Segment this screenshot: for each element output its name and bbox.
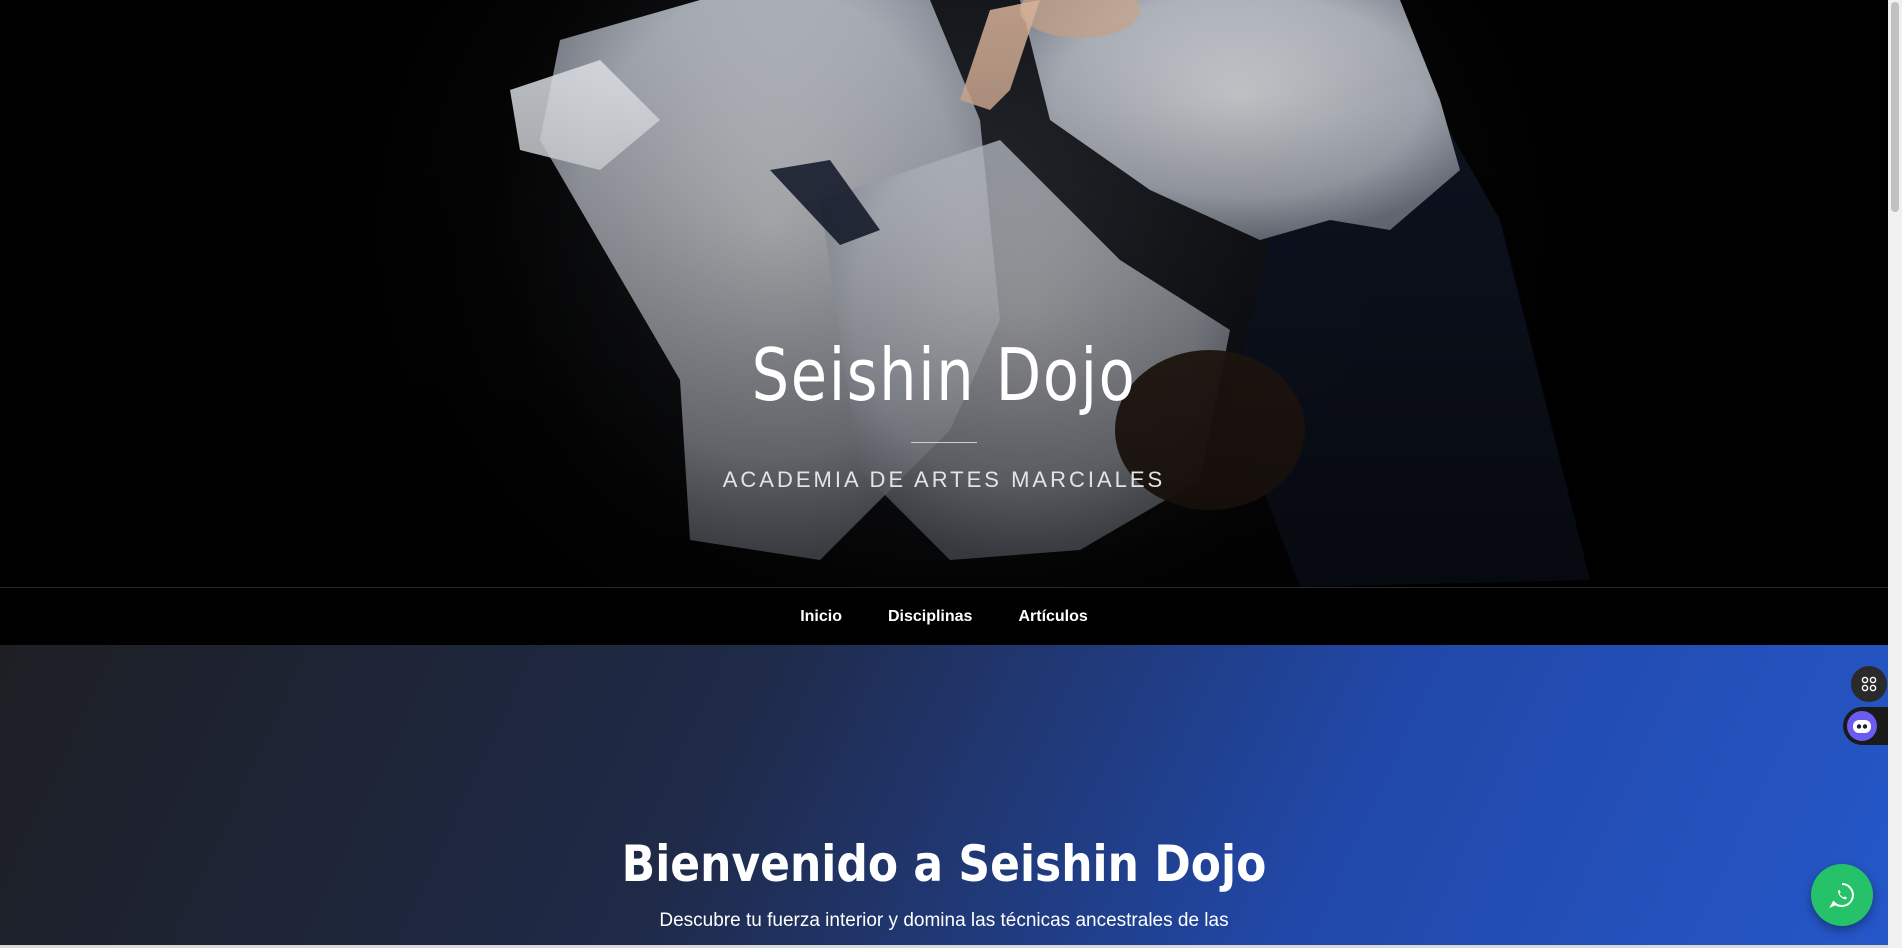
welcome-section: Bienvenido a Seishin Dojo Descubre tu fu… bbox=[0, 645, 1888, 948]
chatbot-widget-button[interactable] bbox=[1843, 707, 1888, 745]
site-title: Seishin Dojo bbox=[751, 333, 1137, 417]
welcome-title: Bienvenido a Seishin Dojo bbox=[621, 835, 1267, 893]
main-navigation: Inicio Disciplinas Artículos bbox=[0, 587, 1888, 646]
page-scrollbar[interactable] bbox=[1888, 0, 1902, 948]
robot-icon bbox=[1847, 711, 1877, 741]
apps-grid-icon bbox=[1861, 676, 1877, 692]
title-divider bbox=[911, 442, 977, 443]
hero-banner: Seishin Dojo ACADEMIA DE ARTES MARCIALES bbox=[0, 0, 1888, 587]
whatsapp-icon bbox=[1829, 883, 1854, 909]
scrollbar-thumb[interactable] bbox=[1891, 2, 1899, 212]
nav-item-disciplinas[interactable]: Disciplinas bbox=[865, 608, 995, 626]
welcome-text: Descubre tu fuerza interior y domina las… bbox=[659, 910, 1229, 931]
nav-item-inicio[interactable]: Inicio bbox=[777, 608, 865, 626]
site-subtitle: ACADEMIA DE ARTES MARCIALES bbox=[722, 467, 1166, 492]
hero-content: Seishin Dojo ACADEMIA DE ARTES MARCIALES bbox=[0, 330, 1888, 493]
whatsapp-chat-button[interactable] bbox=[1811, 864, 1873, 926]
nav-item-articulos[interactable]: Artículos bbox=[995, 608, 1110, 626]
hero-background-image bbox=[0, 0, 1888, 587]
apps-widget-button[interactable] bbox=[1851, 666, 1887, 702]
